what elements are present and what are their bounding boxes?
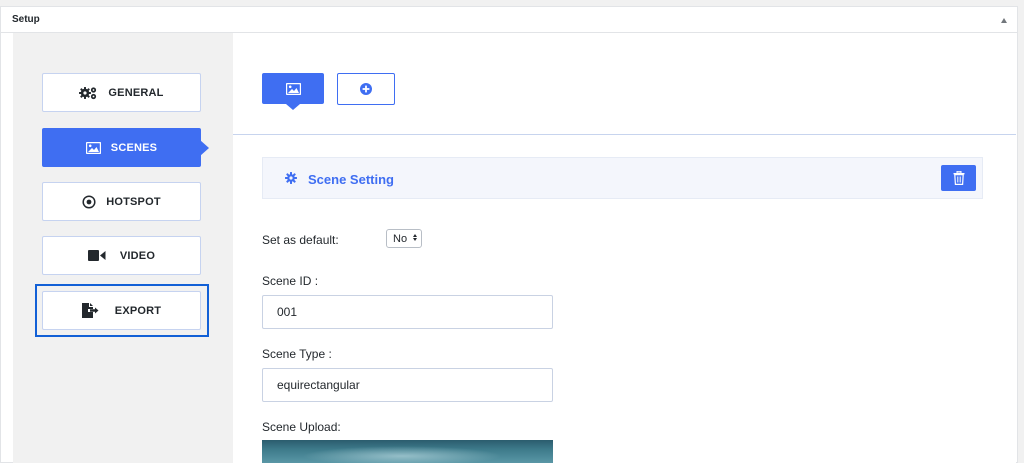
select-arrows-icon xyxy=(413,234,417,241)
video-camera-icon xyxy=(87,250,106,261)
target-icon xyxy=(82,194,96,209)
trash-icon xyxy=(953,171,965,185)
scene-id-label: Scene ID : xyxy=(262,274,319,288)
scenes-main: Scene Setting Set as default: No Scene I… xyxy=(233,33,1016,463)
nav-video-label: VIDEO xyxy=(119,249,156,262)
nav-video-button[interactable]: VIDEO xyxy=(42,236,201,275)
gears-icon xyxy=(79,86,98,100)
scene-tab-1[interactable] xyxy=(262,73,324,110)
scene-id-input[interactable]: 001 xyxy=(262,295,553,329)
nav-hotspot-label: HOTSPOT xyxy=(106,195,161,208)
delete-scene-button[interactable] xyxy=(941,165,976,191)
default-select[interactable]: No xyxy=(386,229,422,248)
scene-setting-title: Scene Setting xyxy=(308,172,394,187)
plus-circle-icon xyxy=(360,83,372,95)
nav-scenes-label: SCENES xyxy=(110,141,158,154)
export-highlight-outline xyxy=(35,284,209,337)
scene-id-value: 001 xyxy=(277,305,298,319)
add-scene-button[interactable] xyxy=(337,73,395,105)
collapse-toggle-icon[interactable] xyxy=(999,15,1009,25)
nav-hotspot-button[interactable]: HOTSPOT xyxy=(42,182,201,221)
default-label: Set as default: xyxy=(262,233,339,247)
scene-upload-label: Scene Upload: xyxy=(262,420,341,434)
scene-upload-preview[interactable] xyxy=(262,440,553,463)
scene-type-value: equirectangular xyxy=(277,378,360,392)
nav-general-label: GENERAL xyxy=(108,86,164,99)
image-icon xyxy=(285,82,301,95)
gear-icon xyxy=(285,172,297,184)
panel-header: Setup xyxy=(1,7,1017,33)
scene-setting-header: Scene Setting xyxy=(262,157,983,199)
nav-general-button[interactable]: GENERAL xyxy=(42,73,201,112)
tabs-divider xyxy=(233,134,1016,135)
scene-type-input[interactable]: equirectangular xyxy=(262,368,553,402)
scene-type-label: Scene Type : xyxy=(262,347,332,361)
image-icon xyxy=(85,141,101,154)
default-select-value: No xyxy=(393,232,408,245)
nav-scenes-button[interactable]: SCENES xyxy=(42,128,209,167)
panel-title: Setup xyxy=(12,14,40,25)
setup-sidebar: GENERAL SCENES HOTSPOT VIDEO EXPORT xyxy=(13,33,233,463)
